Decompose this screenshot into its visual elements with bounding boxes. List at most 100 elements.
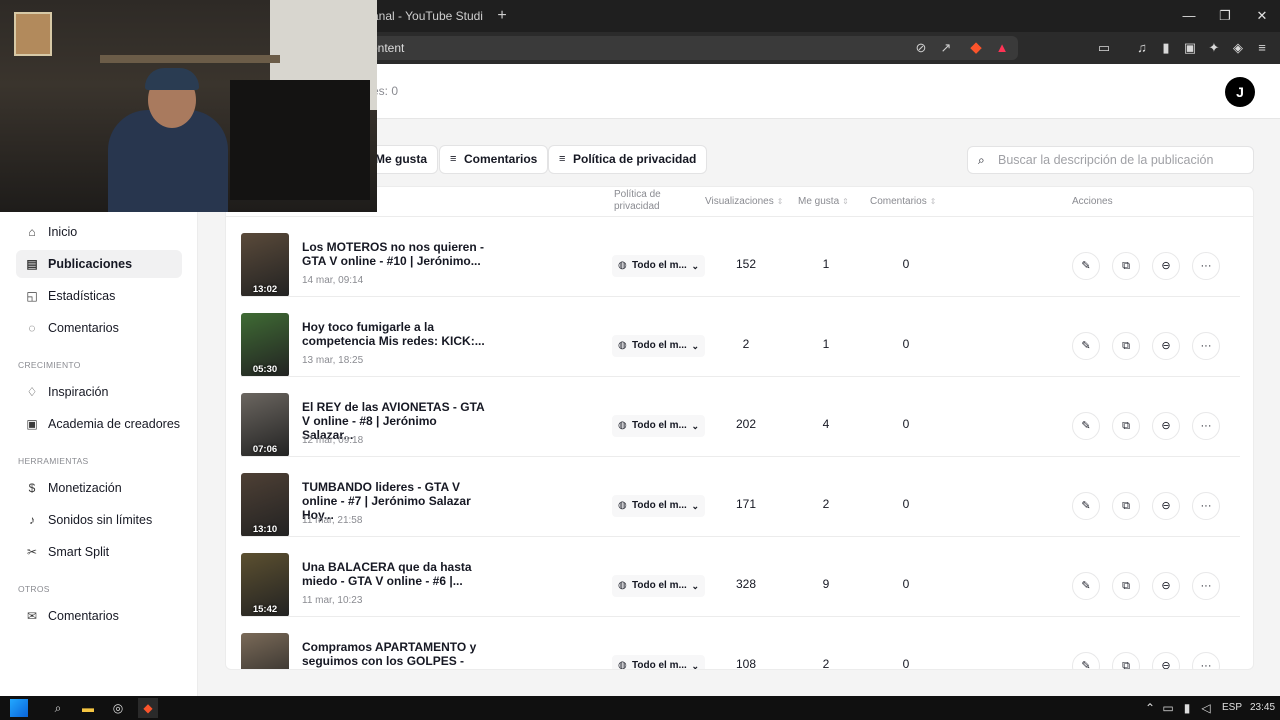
wallet-icon[interactable]: ▣ xyxy=(1180,38,1200,58)
privacy-dropdown[interactable]: ◍ Todo el m... ⌄ xyxy=(612,495,705,517)
chevron-down-icon: ⌄ xyxy=(691,421,699,431)
minimize-button[interactable]: — xyxy=(1174,4,1204,28)
video-thumbnail[interactable]: 15:42 xyxy=(241,553,289,617)
sidebar-item-smart-split[interactable]: ✂ Smart Split xyxy=(16,538,182,566)
menu-icon[interactable]: ≡ xyxy=(1252,38,1272,58)
sidebar-item-publicaciones[interactable]: ▤ Publicaciones xyxy=(16,250,182,278)
leo-ai-icon[interactable]: ✦ xyxy=(1204,38,1224,58)
close-window-button[interactable]: ✕ xyxy=(1247,4,1277,28)
edit-button[interactable]: ✎ xyxy=(1072,332,1100,360)
privacy-dropdown[interactable]: ◍ Todo el m... ⌄ xyxy=(612,575,705,597)
promote-icon: ⧉ xyxy=(1122,340,1130,352)
column-header-privacy-line2: privacidad xyxy=(614,201,660,212)
edit-button[interactable]: ✎ xyxy=(1072,412,1100,440)
more-button[interactable]: ··· xyxy=(1192,492,1220,520)
share-icon[interactable]: ↗ xyxy=(936,38,956,58)
file-explorer-icon[interactable]: ▬ xyxy=(78,698,98,718)
more-icon: ··· xyxy=(1200,420,1212,432)
edit-button[interactable]: ✎ xyxy=(1072,492,1100,520)
more-button[interactable]: ··· xyxy=(1192,252,1220,280)
sidebar-item-inspiracion[interactable]: ♢ Inspiración xyxy=(16,378,182,406)
column-header-privacy[interactable]: Política de privacidad xyxy=(614,189,661,213)
vpn-icon[interactable]: ◈ xyxy=(1228,38,1248,58)
video-thumbnail[interactable]: 13:02 xyxy=(241,233,289,297)
microphone-icon[interactable]: ▮ xyxy=(1177,698,1197,718)
sidebar-item-monetizacion[interactable]: $ Monetización xyxy=(16,474,182,502)
comment-button[interactable]: ⊖ xyxy=(1152,652,1180,670)
sidebar-item-inicio[interactable]: ⌂ Inicio xyxy=(16,218,182,246)
brave-shields-icon[interactable]: ◆ xyxy=(966,38,986,58)
sidebar-toggle-icon[interactable]: ▮ xyxy=(1156,38,1176,58)
post-title[interactable]: Hoy toco fumigarle a la competencia Mis … xyxy=(302,320,488,348)
sidebar-item-estadisticas[interactable]: ◱ Estadísticas xyxy=(16,282,182,310)
search-icon[interactable]: ⌕ xyxy=(48,698,68,718)
filter-comments-button[interactable]: ≡ Comentarios xyxy=(439,145,549,174)
sidebar-item-comentarios-feedback[interactable]: ✉ Comentarios xyxy=(16,602,182,630)
clock[interactable]: 23:45 xyxy=(1250,696,1275,720)
browser-tab[interactable]: l canal - YouTube Studi xyxy=(360,4,490,28)
comment-button[interactable]: ⊖ xyxy=(1152,492,1180,520)
sidebar-item-sonidos[interactable]: ♪ Sonidos sin límites xyxy=(16,506,182,534)
comment-button[interactable]: ⊖ xyxy=(1152,332,1180,360)
media-icon[interactable]: ♫ xyxy=(1132,38,1152,58)
privacy-label: Todo el m... xyxy=(632,500,687,511)
post-title[interactable]: Una BALACERA que da hasta miedo - GTA V … xyxy=(302,560,488,588)
more-button[interactable]: ··· xyxy=(1192,652,1220,669)
avatar[interactable]: J xyxy=(1225,77,1255,107)
video-thumbnail[interactable] xyxy=(241,633,289,669)
column-header-comments[interactable]: Comentarios ⇕ xyxy=(870,196,936,208)
sidebar-item-comentarios[interactable]: ◌ Comentarios xyxy=(16,314,182,342)
more-button[interactable]: ··· xyxy=(1192,412,1220,440)
sidebar-item-label: Academia de creadores xyxy=(48,417,181,431)
comment-icon: ⊖ xyxy=(1161,660,1171,670)
post-title[interactable]: Compramos APARTAMENTO y seguimos con los… xyxy=(302,640,488,669)
table-row: 13:10 TUMBANDO lideres - GTA V online - #… xyxy=(226,457,1253,537)
filter-privacy-button[interactable]: ≡ Política de privacidad xyxy=(548,145,708,174)
comment-button[interactable]: ⊖ xyxy=(1152,252,1180,280)
promote-button[interactable]: ⧉ xyxy=(1112,652,1140,669)
video-thumbnail[interactable]: 05:30 xyxy=(241,313,289,377)
privacy-dropdown[interactable]: ◍ Todo el m... ⌄ xyxy=(612,415,705,437)
views-count: 202 xyxy=(735,417,757,431)
column-header-views[interactable]: Visualizaciones ⇕ xyxy=(705,196,783,208)
more-button[interactable]: ··· xyxy=(1192,572,1220,600)
promote-button[interactable]: ⧉ xyxy=(1112,492,1140,520)
brave-browser-icon[interactable]: ◆ xyxy=(138,698,158,718)
search-box[interactable]: ⌕ xyxy=(967,146,1254,174)
post-title[interactable]: Los MOTEROS no nos quieren - GTA V onlin… xyxy=(302,240,488,268)
maximize-button[interactable]: ❐ xyxy=(1210,4,1240,28)
language-indicator[interactable]: ESP xyxy=(1222,696,1242,720)
more-button[interactable]: ··· xyxy=(1192,332,1220,360)
privacy-dropdown[interactable]: ◍ Todo el m... ⌄ xyxy=(612,255,705,277)
windows-start-icon[interactable] xyxy=(10,699,28,717)
comment-button[interactable]: ⊖ xyxy=(1152,412,1180,440)
section-crecimiento: CRECIMIENTO xyxy=(18,360,81,370)
edit-button[interactable]: ✎ xyxy=(1072,252,1100,280)
promote-icon: ⧉ xyxy=(1122,420,1130,432)
comment-button[interactable]: ⊖ xyxy=(1152,572,1180,600)
edit-button[interactable]: ✎ xyxy=(1072,652,1100,669)
privacy-dropdown[interactable]: ◍ Todo el m... ⌄ xyxy=(612,655,705,669)
comments-count: 0 xyxy=(902,497,910,511)
column-header-likes[interactable]: Me gusta ⇕ xyxy=(798,196,849,208)
tray-chevron-icon[interactable]: ⌃ xyxy=(1140,698,1160,718)
sidebar-item-academia[interactable]: ▣ Academia de creadores xyxy=(16,410,182,438)
privacy-dropdown[interactable]: ◍ Todo el m... ⌄ xyxy=(612,335,705,357)
search-input[interactable] xyxy=(998,150,1246,170)
reader-mode-icon[interactable]: ▭ xyxy=(1094,38,1114,58)
network-icon[interactable]: ▭ xyxy=(1158,698,1178,718)
promote-button[interactable]: ⧉ xyxy=(1112,412,1140,440)
no-audio-icon[interactable]: ⊘ xyxy=(911,38,931,58)
video-thumbnail[interactable]: 13:10 xyxy=(241,473,289,537)
edit-button[interactable]: ✎ xyxy=(1072,572,1100,600)
video-thumbnail[interactable]: 07:06 xyxy=(241,393,289,457)
promote-button[interactable]: ⧉ xyxy=(1112,252,1140,280)
promote-button[interactable]: ⧉ xyxy=(1112,572,1140,600)
promote-button[interactable]: ⧉ xyxy=(1112,332,1140,360)
volume-icon[interactable]: ◁ xyxy=(1196,698,1216,718)
brave-rewards-icon[interactable]: ▲ xyxy=(992,38,1012,58)
new-tab-button[interactable]: + xyxy=(494,4,510,28)
book-icon: ▣ xyxy=(26,417,38,431)
app-icon[interactable]: ◎ xyxy=(108,698,128,718)
sidebar-item-label: Publicaciones xyxy=(48,257,133,271)
